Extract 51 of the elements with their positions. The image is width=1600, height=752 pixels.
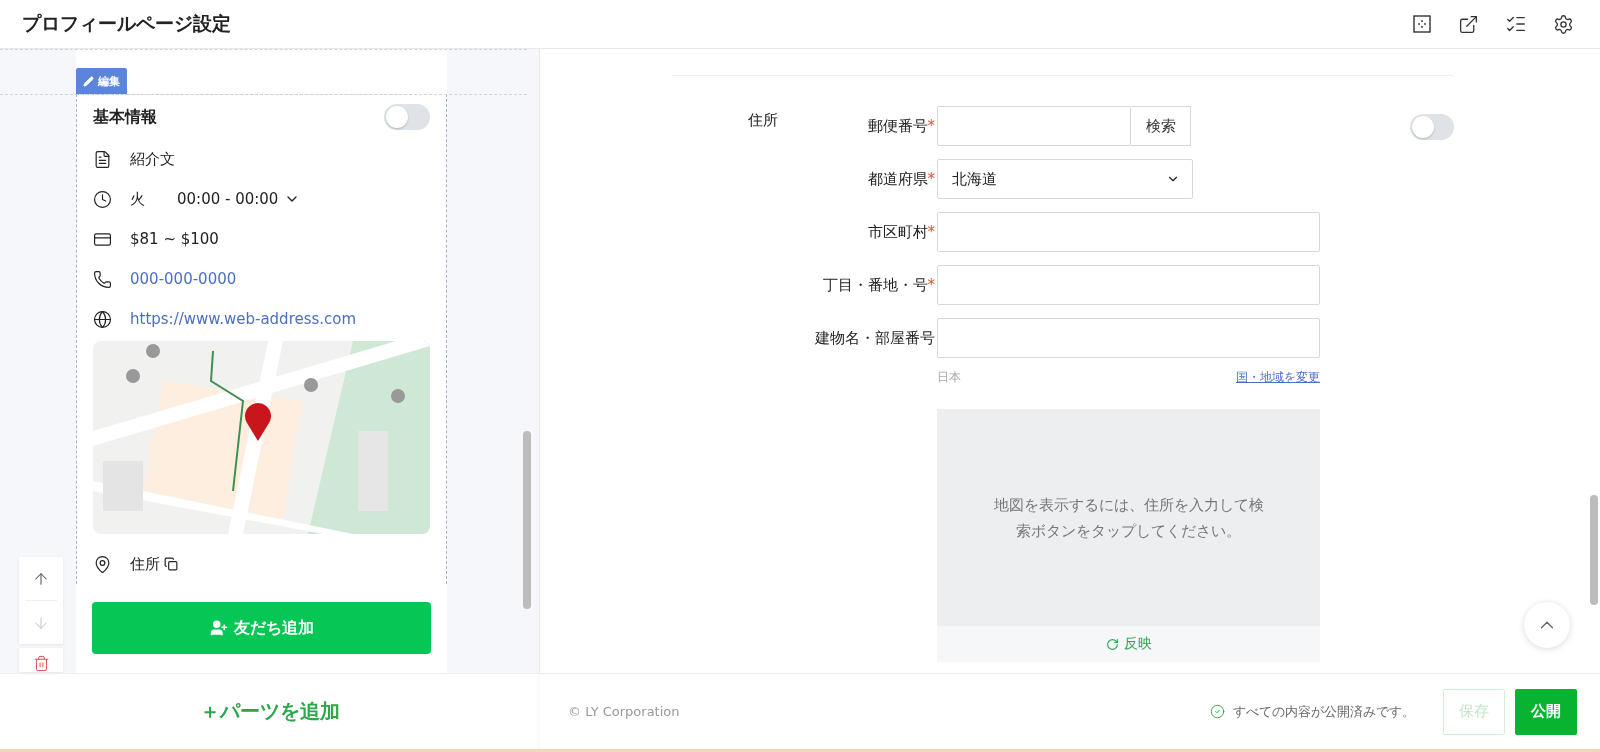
settings-icon[interactable]	[1553, 13, 1574, 35]
contact-link[interactable]: https://www.web-address.com	[130, 310, 357, 328]
postal-code-field[interactable]	[937, 106, 1131, 146]
refresh-icon	[1105, 637, 1119, 651]
input-field[interactable]	[937, 212, 1320, 252]
scrollbar-thumb[interactable]	[1590, 495, 1598, 605]
field-label: 都道府県*	[866, 169, 936, 189]
add-parts-button[interactable]: ＋パーツを追加	[200, 698, 340, 725]
contact-link[interactable]: 000-000-0000	[130, 270, 237, 288]
document-icon	[93, 149, 112, 169]
toggle-switch[interactable]	[1410, 114, 1454, 140]
clock-icon	[93, 189, 112, 209]
info-text: 紹介文	[130, 149, 175, 169]
globe-icon	[93, 309, 112, 329]
field-label: 市区町村*	[866, 222, 936, 242]
status-text: すべての内容が公開済みです。	[1233, 702, 1415, 721]
phone-icon	[93, 269, 112, 289]
pencil-icon	[83, 75, 94, 87]
scrollbar-thumb[interactable]	[523, 431, 531, 609]
card-title: 基本情報	[93, 106, 157, 128]
copy-icon[interactable]	[164, 557, 178, 571]
move-up-button[interactable]	[19, 557, 63, 600]
delete-button[interactable]	[19, 648, 63, 672]
prefecture-select[interactable]: 北海道	[937, 159, 1193, 199]
field-label: 丁目・番地・号*	[821, 275, 936, 295]
toggle-switch[interactable]	[384, 104, 430, 130]
check-circle-icon	[1210, 704, 1225, 719]
map-hint: 地図を表示するには、住所を入力して検索ボタンをタップしてください。	[992, 494, 1265, 542]
page-title: プロフィールページ設定	[22, 11, 231, 36]
country-text: 日本	[937, 369, 961, 386]
trash-icon	[32, 655, 50, 672]
user-plus-icon	[209, 619, 228, 637]
field-label: 建物名・部屋番号	[814, 328, 936, 348]
hours-day: 火	[130, 189, 145, 209]
input-field[interactable]	[937, 318, 1320, 358]
field-label: 郵便番号*	[866, 116, 936, 136]
copyright-text: © LY Corporation	[568, 704, 681, 719]
section-label: 住所	[748, 110, 779, 131]
layout-grid-icon[interactable]	[1412, 14, 1432, 34]
map-pin-icon	[93, 554, 112, 574]
hours-time[interactable]: 00:00 - 00:00	[177, 190, 279, 208]
external-link-icon[interactable]	[1458, 13, 1479, 35]
publish-button[interactable]: 公開	[1515, 688, 1577, 735]
search-button[interactable]: 検索	[1131, 106, 1191, 146]
input-field[interactable]	[937, 265, 1320, 305]
address-label: 住所	[130, 554, 160, 574]
change-country-link[interactable]: 国・地域を変更	[1236, 369, 1320, 386]
scroll-top-button[interactable]	[1524, 602, 1570, 648]
reflect-button[interactable]: 反映	[937, 626, 1320, 662]
edit-tab[interactable]: 編集	[76, 68, 127, 94]
info-text: $81 ~ $100	[130, 230, 219, 248]
